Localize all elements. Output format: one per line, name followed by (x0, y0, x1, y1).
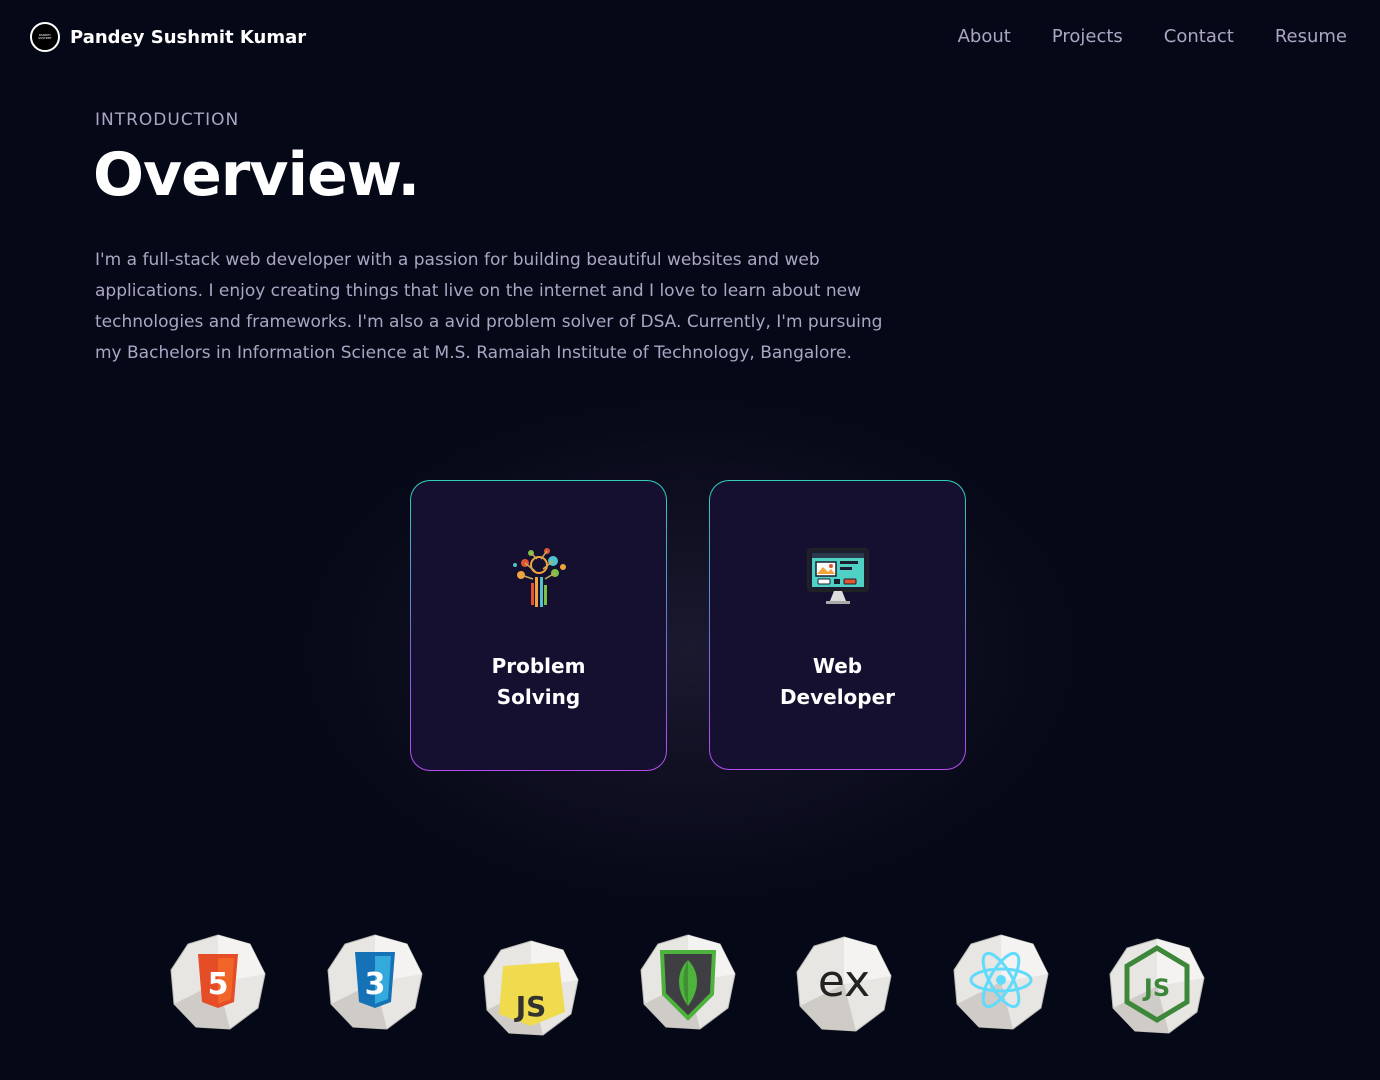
circuit-tree-icon (512, 548, 566, 607)
section-title: Overview. (93, 140, 420, 210)
brand-name: Pandey Sushmit Kumar (70, 26, 307, 48)
react-icon (953, 934, 1049, 1030)
nav-link-projects[interactable]: Projects (1052, 26, 1123, 47)
service-card-web-developer[interactable]: Web Developer (709, 480, 966, 770)
brand-link[interactable]: PANDEY SUSHMIT Pandey Sushmit Kumar (30, 22, 306, 52)
svg-text:JS: JS (514, 990, 547, 1023)
tech-ball-mongodb[interactable] (638, 932, 738, 1032)
html5-icon: 5 (170, 934, 266, 1030)
express-icon: ex (796, 936, 892, 1032)
section-eyebrow: INTRODUCTION (95, 110, 240, 130)
web-monitor-icon (806, 548, 869, 604)
tech-ball-react[interactable] (951, 932, 1051, 1032)
nav-link-resume[interactable]: Resume (1275, 26, 1347, 47)
navbar: PANDEY SUSHMIT Pandey Sushmit Kumar Abou… (0, 0, 1380, 78)
javascript-icon: JS (483, 940, 579, 1036)
nodejs-icon: JS (1109, 938, 1205, 1034)
service-title: Problem Solving (491, 654, 586, 709)
nav-link-about[interactable]: About (958, 26, 1011, 47)
css3-icon: 3 (327, 934, 423, 1030)
service-title: Web Developer (779, 654, 896, 709)
tech-ball-javascript[interactable]: JS (481, 938, 581, 1038)
svg-text:ex: ex (818, 956, 870, 1007)
logo-icon: PANDEY SUSHMIT (30, 22, 60, 52)
svg-text:JS: JS (1142, 974, 1170, 1002)
tech-ball-css3[interactable]: 3 (325, 932, 425, 1032)
nav-links: About Projects Contact Resume (958, 26, 1347, 47)
svg-text:5: 5 (208, 967, 229, 1002)
tech-ball-express[interactable]: ex (794, 934, 894, 1034)
tech-ball-nodejs[interactable]: JS (1107, 936, 1207, 1036)
intro-description: I'm a full-stack web developer with a pa… (95, 250, 883, 363)
tech-ball-html5[interactable]: 5 (168, 932, 268, 1032)
nav-link-contact[interactable]: Contact (1164, 26, 1234, 47)
mongodb-icon (640, 934, 736, 1030)
service-card-problem-solving[interactable]: Problem Solving (410, 480, 667, 771)
svg-text:3: 3 (365, 967, 386, 1002)
